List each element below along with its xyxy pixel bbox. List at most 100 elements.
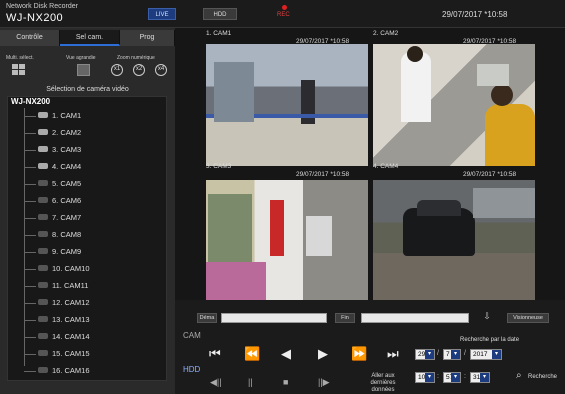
camera-tree-item[interactable]: 13. CAM13 xyxy=(24,312,164,327)
live-button[interactable]: LIVE xyxy=(148,8,176,20)
zoom-x1-icon[interactable]: x1 xyxy=(111,64,123,76)
tree-branch-line xyxy=(24,371,36,372)
minute-select[interactable]: 57 ▾ xyxy=(443,372,461,383)
camera-tree-item[interactable]: 14. CAM14 xyxy=(24,329,164,344)
camera-tree-item[interactable]: 5. CAM5 xyxy=(24,176,164,191)
camera-tile-cam1[interactable] xyxy=(206,44,368,166)
goto-latest-label[interactable]: Aller aux dernières données xyxy=(362,373,404,394)
camera-icon xyxy=(38,333,48,339)
multi-screen-icon[interactable] xyxy=(12,64,26,76)
skip-forward-icon[interactable]: ⏭ xyxy=(387,347,399,361)
camera-icon xyxy=(38,112,48,118)
tab-sel-cam[interactable]: Sel cam. xyxy=(60,30,120,46)
camera-name: 1. CAM1 xyxy=(52,111,82,120)
tile-label-cam2: 2. CAM2 xyxy=(373,30,399,37)
camera-name: 3. CAM3 xyxy=(52,145,82,154)
camera-tree-item[interactable]: 15. CAM15 xyxy=(24,346,164,361)
play-icon[interactable]: ▶ xyxy=(318,347,328,361)
reverse-play-icon[interactable]: ◀ xyxy=(281,347,291,361)
chevron-down-icon: ▾ xyxy=(480,373,489,382)
cam-side-label[interactable]: CAM xyxy=(183,331,201,340)
camera-tree-item[interactable]: 7. CAM7 xyxy=(24,210,164,225)
enlarged-view-label: Vue agrandie xyxy=(66,55,96,61)
stop-icon[interactable]: ■ xyxy=(283,377,288,387)
camera-icon xyxy=(38,316,48,322)
camera-icon xyxy=(38,350,48,356)
zoom-x4-icon[interactable]: x4 xyxy=(155,64,167,76)
fast-forward-icon[interactable]: ⏩ xyxy=(351,347,367,361)
tree-root[interactable]: WJ-NX200 xyxy=(11,97,50,106)
search-button[interactable]: Recherche xyxy=(528,374,557,380)
second-select[interactable]: 31 ▾ xyxy=(470,372,490,383)
tree-branch-line xyxy=(24,303,36,304)
camera-name: 7. CAM7 xyxy=(52,213,82,222)
camera-icon xyxy=(38,231,48,237)
hdd-side-label[interactable]: HDD xyxy=(183,365,200,374)
camera-tile-cam3[interactable] xyxy=(206,180,368,302)
camera-name: 4. CAM4 xyxy=(52,162,82,171)
tree-branch-line xyxy=(24,184,36,185)
viewer-button[interactable]: Visionneuse xyxy=(507,313,549,323)
tab-controle[interactable]: Contrôle xyxy=(0,30,60,46)
tile-time-cam3: 29/07/2017 *10:58 xyxy=(296,171,350,178)
camera-tree-item[interactable]: 6. CAM6 xyxy=(24,193,164,208)
tree-branch-line xyxy=(24,252,36,253)
tree-branch-line xyxy=(24,133,36,134)
tree-branch-line xyxy=(24,167,36,168)
time-separator: : xyxy=(464,373,466,380)
camera-tree-item[interactable]: 11. CAM11 xyxy=(24,278,164,293)
camera-name: 2. CAM2 xyxy=(52,128,82,137)
tree-branch-line xyxy=(24,235,36,236)
search-icon[interactable]: ⌕ xyxy=(516,370,522,381)
camera-tile-cam2[interactable] xyxy=(373,44,535,166)
end-field[interactable] xyxy=(361,313,469,323)
month-value: 7 xyxy=(446,351,450,358)
tree-branch-line xyxy=(24,116,36,117)
day-select[interactable]: 29 ▾ xyxy=(415,349,435,360)
prev-frame-icon[interactable]: ◀|| xyxy=(210,377,222,387)
camera-icon xyxy=(38,163,48,169)
chevron-down-icon: ▾ xyxy=(425,373,434,382)
year-select[interactable]: 2017 ▾ xyxy=(470,349,502,360)
rewind-icon[interactable]: ⏪ xyxy=(244,347,260,361)
camera-tree-item[interactable]: 1. CAM1 xyxy=(24,108,164,123)
tile-label-cam3: 3. CAM3 xyxy=(206,163,232,170)
camera-name: 15. CAM15 xyxy=(52,349,90,358)
date-separator: / xyxy=(437,350,439,357)
next-frame-icon[interactable]: ||▶ xyxy=(318,377,330,387)
download-icon[interactable]: ⇩ xyxy=(481,311,493,323)
date-separator: / xyxy=(464,350,466,357)
pause-icon[interactable]: || xyxy=(248,377,253,387)
camera-name: 9. CAM9 xyxy=(52,247,82,256)
camera-name: 14. CAM14 xyxy=(52,332,90,341)
fast-rewind-icon[interactable]: ⏮ xyxy=(209,347,221,361)
camera-tree-item[interactable]: 8. CAM8 xyxy=(24,227,164,242)
hdd-button[interactable]: HDD xyxy=(203,8,237,20)
time-separator: : xyxy=(437,373,439,380)
tab-prog[interactable]: Prog xyxy=(120,30,175,46)
chevron-down-icon: ▾ xyxy=(425,350,434,359)
end-button[interactable]: Fin xyxy=(335,313,355,323)
zoom-x2-icon[interactable]: x2 xyxy=(133,64,145,76)
camera-icon xyxy=(38,282,48,288)
start-field[interactable] xyxy=(221,313,327,323)
enlarged-view-icon[interactable] xyxy=(77,64,90,76)
camera-tree-item[interactable]: 3. CAM3 xyxy=(24,142,164,157)
start-button[interactable]: Déma xyxy=(197,313,217,323)
camera-tree-item[interactable]: 12. CAM12 xyxy=(24,295,164,310)
camera-tile-cam4[interactable] xyxy=(373,180,535,302)
camera-icon xyxy=(38,146,48,152)
camera-tree-item[interactable]: 9. CAM9 xyxy=(24,244,164,259)
camera-tree-item[interactable]: 4. CAM4 xyxy=(24,159,164,174)
multi-select-label: Multi. sélect. xyxy=(6,55,34,61)
camera-tree-item[interactable]: 16. CAM16 xyxy=(24,363,164,378)
hour-select[interactable]: 10 ▾ xyxy=(415,372,435,383)
app-model: WJ-NX200 xyxy=(6,12,64,24)
month-select[interactable]: 7 ▾ xyxy=(443,349,461,360)
camera-tree-item[interactable]: 2. CAM2 xyxy=(24,125,164,140)
camera-icon xyxy=(38,265,48,271)
camera-tree-item[interactable]: 10. CAM10 xyxy=(24,261,164,276)
camera-name: 5. CAM5 xyxy=(52,179,82,188)
camera-icon xyxy=(38,299,48,305)
tree-branch-line xyxy=(24,218,36,219)
